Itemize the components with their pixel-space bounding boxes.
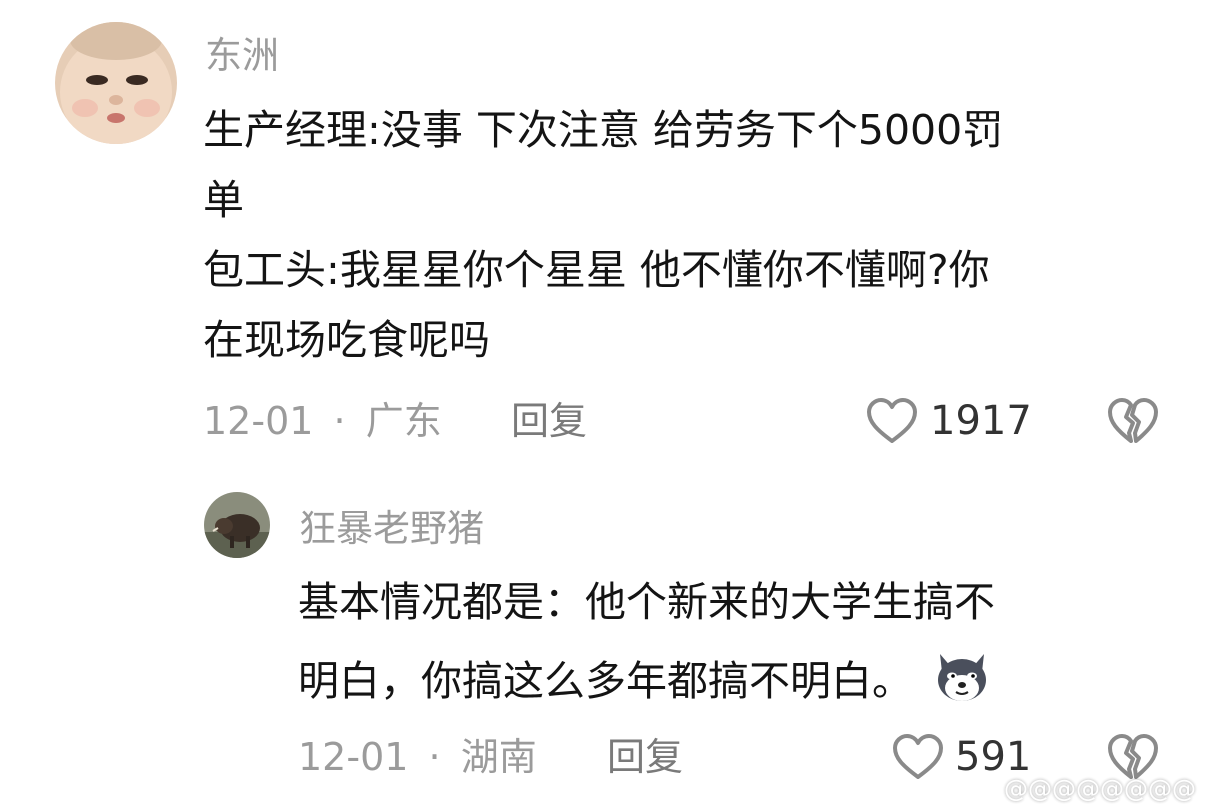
wild-boar-avatar-icon bbox=[204, 492, 270, 558]
comment-text-line: 包工头:我星星你个星星 他不懂你不懂啊?你 bbox=[203, 246, 990, 294]
comment-text-line: 在现场吃食呢吗 bbox=[203, 316, 490, 364]
user-avatar[interactable] bbox=[204, 492, 270, 558]
comment-text-line: 明白，你搞这么多年都搞不明白。 bbox=[298, 648, 992, 720]
meta-separator: · bbox=[333, 399, 346, 443]
comment-text-line: 基本情况都是：他个新来的大学生搞不 bbox=[298, 578, 995, 626]
comment-text-line: 生产经理:没事 下次注意 给劳务下个5000罚 bbox=[203, 106, 1004, 154]
like-button[interactable] bbox=[865, 397, 919, 449]
comment-date: 12-01 bbox=[298, 735, 409, 779]
user-avatar[interactable] bbox=[55, 22, 177, 144]
comment-date: 12-01 bbox=[203, 399, 314, 443]
doge-emoji-icon bbox=[932, 648, 992, 720]
heart-outline-icon bbox=[867, 398, 917, 443]
broken-heart-icon bbox=[1108, 734, 1158, 779]
username[interactable]: 东洲 bbox=[205, 25, 279, 79]
comment-location: 湖南 bbox=[460, 735, 537, 779]
reply-button[interactable]: 回复 bbox=[511, 396, 587, 446]
heart-outline-icon bbox=[893, 734, 943, 779]
comment-text-segment: 明白，你搞这么多年都搞不明白。 bbox=[298, 657, 913, 705]
baby-face-avatar-icon bbox=[55, 22, 177, 144]
reply-button[interactable]: 回复 bbox=[607, 732, 683, 782]
dislike-button[interactable] bbox=[1106, 397, 1160, 449]
comment-meta: 12-01 · 广东 bbox=[203, 396, 442, 446]
watermark: @@@@@@@@ bbox=[1004, 775, 1196, 803]
username[interactable]: 狂暴老野猪 bbox=[299, 498, 484, 552]
comment-meta: 12-01 · 湖南 bbox=[298, 732, 537, 782]
meta-separator: · bbox=[428, 735, 441, 779]
like-count: 1917 bbox=[930, 398, 1032, 444]
broken-heart-icon bbox=[1108, 398, 1158, 443]
like-button[interactable] bbox=[891, 733, 945, 785]
comment-location: 广东 bbox=[365, 399, 442, 443]
comment-text-line: 单 bbox=[203, 176, 244, 224]
